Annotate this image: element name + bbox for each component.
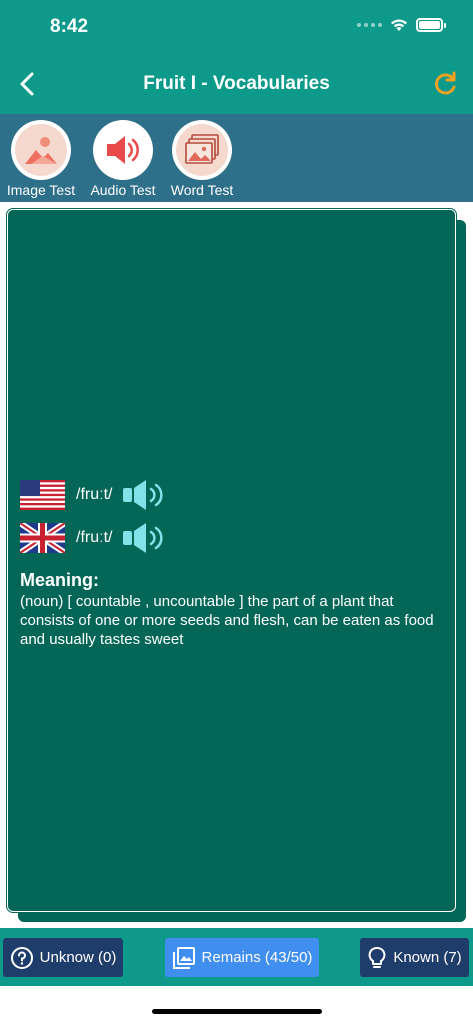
question-circle-icon [10, 946, 33, 969]
battery-icon [416, 18, 446, 32]
audio-test-button[interactable]: Audio Test [83, 120, 163, 198]
meaning-text: (noun) [ countable , uncountable ] the p… [20, 593, 434, 648]
image-test-label: Image Test [6, 182, 76, 198]
flashcard[interactable] [7, 209, 456, 912]
photo-library-icon [172, 946, 195, 969]
known-label: Known (7) [393, 949, 462, 966]
uk-pronunciation-row: /fruːt/ [20, 521, 168, 555]
unknown-label: Unknow (0) [39, 949, 117, 966]
signal-icon [357, 23, 382, 27]
us-pronunciation-row: /fruːt/ [20, 478, 168, 512]
refresh-icon[interactable] [431, 70, 459, 98]
word-test-button[interactable]: Word Test [162, 120, 242, 198]
bottom-action-bar: Unknow (0) Remains (43/50) Known (7) [0, 928, 473, 986]
image-test-button[interactable]: Image Test [1, 120, 81, 198]
us-speaker-icon[interactable] [122, 478, 168, 512]
known-button[interactable]: Known (7) [360, 938, 469, 977]
us-flag-icon [20, 480, 65, 510]
status-bar: 8:42 [0, 0, 473, 56]
test-selector-bar: Image Test Audio Test Word Test [0, 114, 473, 202]
lightbulb-icon [368, 946, 386, 968]
stacked-images-icon [185, 134, 219, 164]
speaker-icon [107, 136, 139, 164]
remains-label: Remains (43/50) [201, 949, 313, 966]
home-indicator [152, 1009, 322, 1014]
page-title: Fruit I - Vocabularies [143, 73, 330, 94]
audio-test-label: Audio Test [90, 182, 156, 198]
uk-pronunciation-text: /fruːt/ [76, 529, 113, 546]
word-test-label: Word Test [170, 182, 234, 198]
us-pronunciation-text: /fruːt/ [76, 486, 113, 503]
meaning-heading: Meaning: [20, 570, 99, 590]
image-test-icon [25, 137, 57, 164]
status-time: 8:42 [50, 16, 89, 37]
remains-button[interactable]: Remains (43/50) [165, 938, 319, 977]
uk-flag-icon [20, 523, 65, 553]
wifi-icon [391, 19, 407, 31]
navigation-bar: Fruit I - Vocabularies [0, 56, 473, 114]
unknown-button[interactable]: Unknow (0) [3, 938, 123, 977]
uk-speaker-icon[interactable] [122, 521, 168, 555]
